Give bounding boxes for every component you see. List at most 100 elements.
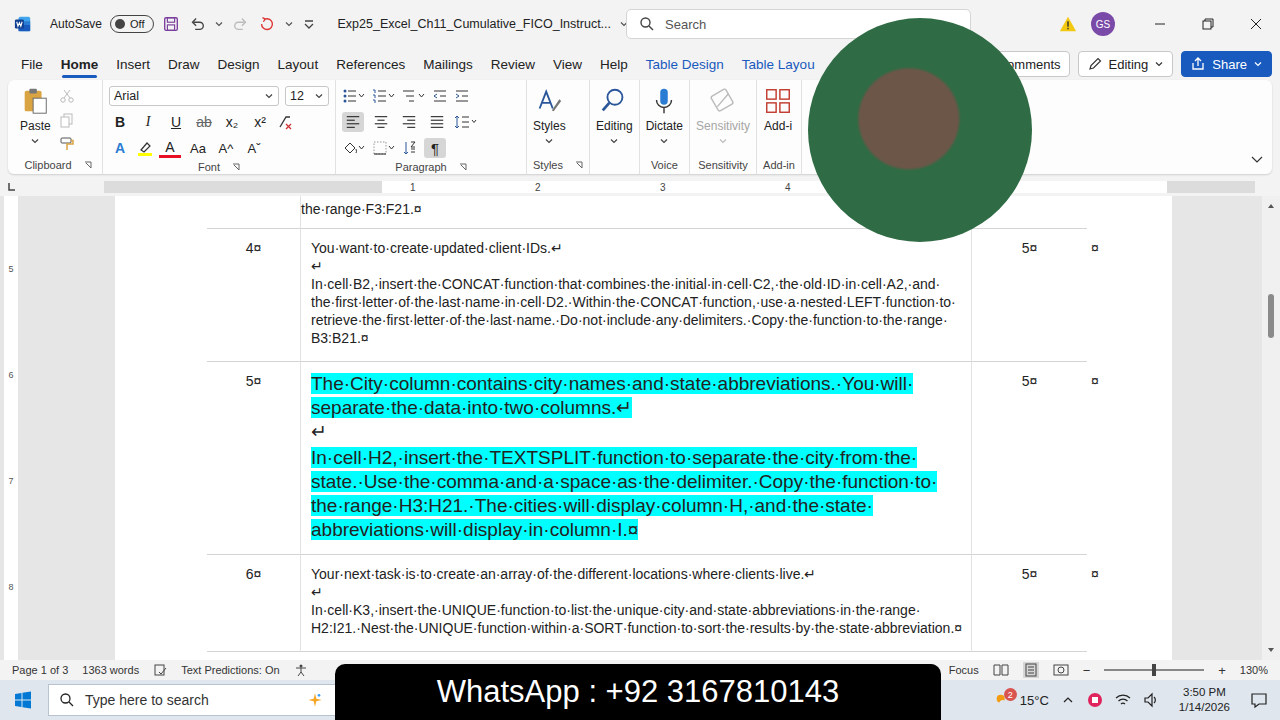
editing-mode-button[interactable]: Editing	[1078, 51, 1174, 77]
text-predictions[interactable]: Text Predictions: On	[181, 664, 279, 676]
styles-button[interactable]: Styles	[533, 86, 566, 146]
format-button[interactable]: I	[137, 112, 159, 132]
increase-indent-icon[interactable]	[454, 88, 470, 104]
font-effect-button[interactable]: A	[109, 138, 131, 158]
close-icon[interactable]	[1249, 17, 1263, 31]
ribbon-tab[interactable]: Table Design	[637, 51, 733, 78]
autosave-toggle[interactable]: Off	[110, 15, 153, 33]
align-center-button[interactable]	[370, 112, 392, 132]
borders-icon[interactable]	[372, 140, 396, 156]
multilevel-list-icon[interactable]	[402, 88, 426, 104]
user-avatar[interactable]: GS	[1091, 12, 1115, 36]
chevron-down-icon[interactable]	[284, 19, 294, 29]
launcher-icon[interactable]	[459, 163, 467, 171]
ribbon-tab[interactable]: View	[544, 51, 591, 78]
paste-button[interactable]: Paste	[20, 86, 51, 146]
ribbon-tab[interactable]: Table Layou	[733, 51, 824, 78]
numbering-icon[interactable]	[372, 88, 396, 104]
format-button[interactable]: ab	[193, 112, 215, 132]
notifications-icon[interactable]	[1250, 691, 1268, 709]
format-painter-icon[interactable]	[59, 136, 75, 152]
scroll-up-icon[interactable]	[1267, 202, 1275, 210]
network-icon[interactable]	[1115, 692, 1131, 708]
record-icon[interactable]	[1087, 692, 1103, 708]
format-button[interactable]: U	[165, 112, 187, 132]
chevron-down-icon[interactable]	[214, 19, 224, 29]
ribbon-tab[interactable]: File	[12, 51, 52, 78]
cut-icon[interactable]	[59, 88, 75, 104]
step-description[interactable]: Your·next·task·is·to·create·an·array·of·…	[300, 555, 972, 652]
zoom-in-button[interactable]: +	[1218, 663, 1226, 678]
font-effect-button[interactable]: A	[159, 139, 181, 158]
print-layout-icon[interactable]	[1023, 662, 1039, 678]
font-size-field[interactable]: 12	[285, 86, 329, 106]
customize-icon[interactable]	[302, 17, 316, 31]
addins-button[interactable]: Add-i	[763, 86, 793, 133]
bullets-icon[interactable]	[342, 88, 366, 104]
windows-start-icon[interactable]	[14, 691, 32, 709]
ribbon-tab[interactable]: Design	[209, 51, 269, 78]
web-layout-icon[interactable]	[1053, 662, 1069, 678]
zoom-out-button[interactable]: −	[1083, 663, 1091, 678]
format-button[interactable]: x²	[249, 112, 271, 132]
step-description[interactable]: You·want·to·create·updated·client·IDs.↵↵…	[300, 229, 972, 362]
ribbon-tab[interactable]: Home	[52, 51, 108, 78]
clock[interactable]: 3:50 PM 1/14/2026	[1179, 685, 1230, 715]
weather-widget[interactable]: 2 15°C	[990, 692, 1049, 708]
undo-icon[interactable]	[188, 15, 206, 33]
redo-icon[interactable]	[232, 15, 250, 33]
align-justify-button[interactable]	[426, 112, 448, 132]
ribbon-tab[interactable]: Draw	[159, 51, 209, 78]
copilot-icon[interactable]	[303, 692, 327, 708]
save-icon[interactable]	[162, 15, 180, 33]
restore-icon[interactable]	[1201, 17, 1215, 31]
dictate-button[interactable]: Dictate	[646, 86, 683, 146]
scroll-down-icon[interactable]	[1267, 646, 1275, 654]
sensitivity-button[interactable]: Sensitivity	[696, 86, 750, 146]
font-name-field[interactable]: Arial	[109, 86, 279, 106]
font-effect-button[interactable]: Aˇ	[243, 138, 265, 158]
read-mode-icon[interactable]	[993, 662, 1009, 678]
align-left-button[interactable]	[342, 112, 364, 132]
ribbon-tab[interactable]: Insert	[107, 51, 159, 78]
highlighter-icon[interactable]	[137, 140, 153, 156]
ribbon-tab[interactable]: Layout	[269, 51, 328, 78]
editing-button[interactable]: Editing	[596, 86, 633, 146]
show-marks-button[interactable]: ¶	[424, 138, 446, 158]
sort-icon[interactable]	[402, 140, 418, 156]
word-count[interactable]: 1363 words	[82, 664, 139, 676]
ribbon-tab[interactable]: Help	[591, 51, 637, 78]
decrease-indent-icon[interactable]	[432, 88, 448, 104]
launcher-icon[interactable]	[232, 163, 240, 171]
warning-icon[interactable]	[1059, 15, 1077, 33]
tab-stop-icon[interactable]	[6, 182, 16, 192]
format-button[interactable]: B	[109, 112, 131, 132]
launcher-icon[interactable]	[575, 161, 583, 169]
clear-format-icon[interactable]	[277, 114, 293, 130]
taskbar-search[interactable]: Type here to search	[48, 684, 338, 716]
scrollbar[interactable]	[1262, 196, 1280, 660]
zoom-level[interactable]: 130%	[1240, 664, 1268, 676]
scroll-thumb[interactable]	[1268, 294, 1274, 338]
tray-expand-icon[interactable]	[1061, 693, 1075, 707]
font-effect-button[interactable]: A^	[215, 138, 237, 158]
volume-icon[interactable]	[1143, 692, 1159, 708]
focus-button[interactable]: Focus	[949, 664, 979, 676]
format-button[interactable]: x₂	[221, 112, 243, 132]
ribbon-tab[interactable]: Review	[482, 51, 544, 78]
collapse-ribbon-icon[interactable]	[1250, 152, 1264, 166]
repeat-icon[interactable]	[258, 15, 276, 33]
font-effect-button[interactable]: Aa	[187, 138, 209, 158]
proofing-icon[interactable]	[153, 663, 167, 677]
page-count[interactable]: Page 1 of 3	[12, 664, 68, 676]
copy-icon[interactable]	[59, 112, 75, 128]
line-spacing-icon[interactable]	[454, 114, 478, 130]
minimize-icon[interactable]	[1153, 17, 1167, 31]
accessibility-icon[interactable]	[294, 663, 308, 677]
align-right-button[interactable]	[398, 112, 420, 132]
zoom-slider[interactable]	[1104, 669, 1204, 671]
ribbon-tab[interactable]: References	[327, 51, 414, 78]
share-button[interactable]: Share	[1181, 51, 1272, 77]
ribbon-tab[interactable]: Mailings	[414, 51, 482, 78]
launcher-icon[interactable]	[84, 161, 92, 169]
